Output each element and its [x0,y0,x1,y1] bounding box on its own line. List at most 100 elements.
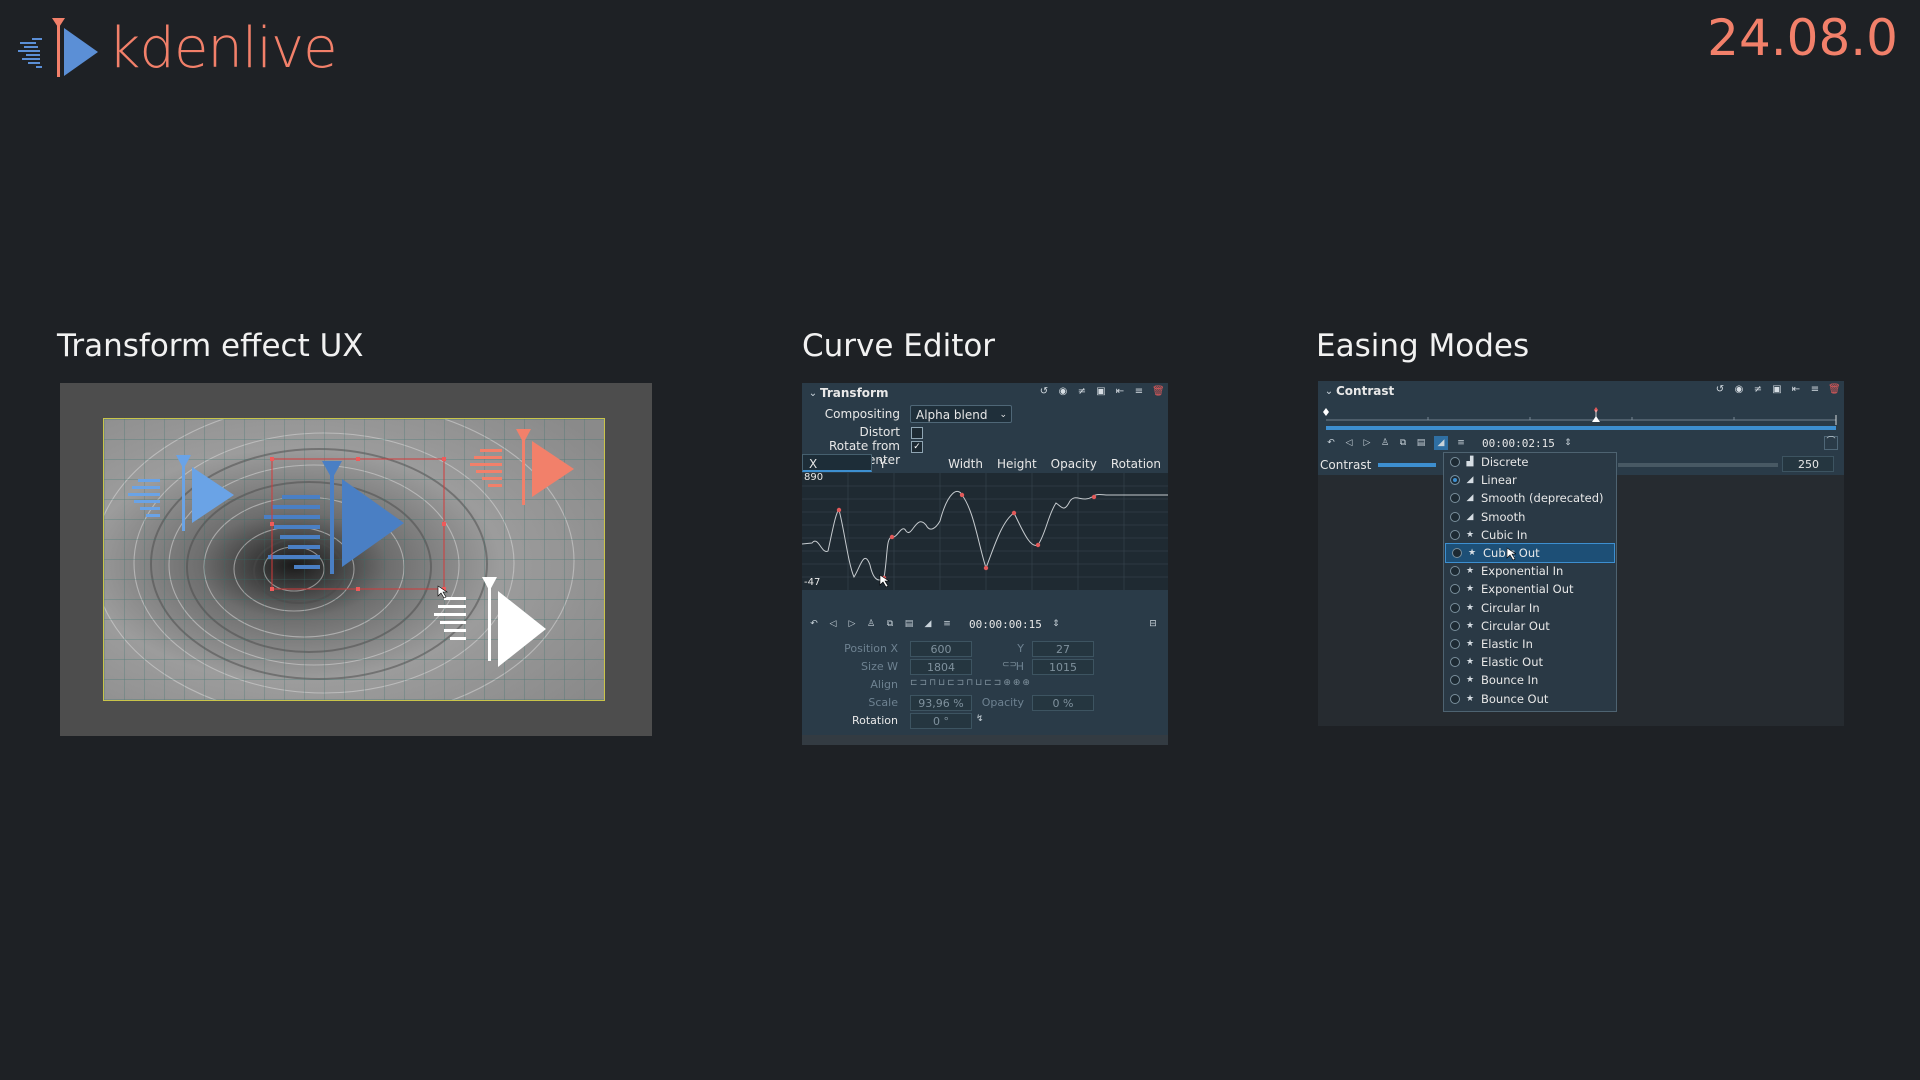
easing-mode-label: Bounce In [1481,673,1539,688]
delete-icon[interactable]: 🗑 [1828,384,1841,396]
curve-tabs: X position Y position Width Height Opaci… [802,454,1168,489]
y-field[interactable]: 27 [1032,641,1094,657]
collapse-icon[interactable]: ⇤ [1790,384,1802,396]
chevron-down-icon[interactable]: ⌄ [1322,386,1336,397]
tab-opacity[interactable]: Opacity [1044,454,1104,472]
scale-field[interactable]: 93,96 % [910,695,972,711]
timecode[interactable]: 00:00:02:15 [1482,437,1555,450]
interpolation-icon[interactable]: ◢ [923,619,933,629]
easing-mode-item[interactable]: ★ Exponential In [1444,562,1616,580]
tab-width[interactable]: Width [941,454,990,472]
contrast-value-field[interactable]: 250 [1782,456,1834,472]
star-icon: ★ [1468,548,1477,559]
sliders-icon[interactable]: ≠ [1752,384,1764,396]
copy-icon[interactable]: ⧉ [885,619,895,629]
copy-icon[interactable]: ⧉ [1398,438,1408,448]
spin-arrows-icon[interactable]: ⇕ [1051,619,1061,629]
align-icons[interactable]: ⊏⊐⊓⊔⊏⊐⊓⊔⊏⊐⊕⊕⊕ [910,678,1032,688]
rotation-field[interactable]: 0 ° [910,713,972,729]
options-icon[interactable]: ≡ [942,619,952,629]
curve-graph[interactable]: 890 -47 [802,472,1168,590]
tab-height[interactable]: Height [990,454,1044,472]
star-icon: ★ [1466,602,1475,613]
radio-icon [1450,584,1460,595]
transform-monitor [60,383,652,736]
save-icon[interactable]: ▣ [1771,384,1783,396]
position-x-field[interactable]: 600 [910,641,972,657]
undo-icon[interactable]: ↶ [809,619,819,629]
next-keyframe-icon[interactable]: ▷ [847,619,857,629]
eye-icon[interactable]: ◉ [1057,386,1069,398]
contrast-slider-track[interactable] [1618,463,1778,467]
easing-mode-label: Exponential In [1481,564,1564,579]
easing-mode-item[interactable]: ★ Exponential Out [1444,580,1616,598]
tab-x-position[interactable]: X position [802,454,872,489]
version-label: 24.08.0 [1707,9,1898,67]
compositing-select[interactable]: Alpha blend ⌄ [910,405,1012,423]
contrast-slider-fill[interactable] [1378,463,1436,467]
easing-mode-label: Elastic In [1481,636,1533,651]
person-icon[interactable]: ♙ [1380,438,1390,448]
h-field[interactable]: 1015 [1032,659,1094,675]
easing-mode-label: Cubic In [1481,527,1528,542]
menu-icon[interactable]: ≡ [1809,384,1821,396]
rotation-keyframe-icon[interactable]: ↯ [976,714,984,724]
easing-mode-item[interactable]: ★ Cubic In [1444,526,1616,544]
easing-mode-item[interactable]: ◢ Smooth [1444,508,1616,526]
easing-mode-item[interactable]: ★ Elastic Out [1444,653,1616,671]
collapse-icon[interactable]: ⇤ [1114,386,1126,398]
easing-mode-item[interactable]: ◢ Linear [1444,471,1616,489]
radio-icon [1450,475,1460,486]
brand-name: kdenlive [108,16,338,81]
curve-editor-panel: ⌄ Transform ↺ ◉ ≠ ▣ ⇤ ≡ 🗑 Compositing Al… [802,383,1168,745]
options-icon[interactable]: ≡ [1456,438,1466,448]
easing-mode-item[interactable]: ★ Bounce Out [1444,689,1616,707]
prev-keyframe-icon[interactable]: ◁ [828,619,838,629]
radio-icon [1450,529,1460,540]
radio-icon [1450,657,1460,668]
paste-icon[interactable]: ▤ [1416,438,1426,448]
eye-icon[interactable]: ◉ [1733,384,1745,396]
spin-arrows-icon[interactable]: ⇕ [1563,438,1573,448]
rotate-checkbox[interactable]: ✓ [911,441,923,453]
link-icon[interactable]: ⊂⊃ [1002,660,1017,670]
reset-icon[interactable]: ↺ [1714,384,1726,396]
menu-icon[interactable]: ≡ [1133,386,1145,398]
save-icon[interactable]: ▣ [1095,386,1107,398]
easing-mode-item[interactable]: ★ Circular Out [1444,617,1616,635]
sliders-icon[interactable]: ≠ [1076,386,1088,398]
delete-icon[interactable]: 🗑 [1152,386,1165,398]
mouse-cursor [1506,547,1516,561]
easing-mode-label: Smooth [1481,509,1526,524]
monitor-icon[interactable]: ⊟ [1148,619,1158,629]
easing-mode-item[interactable]: ★ Elastic In [1444,635,1616,653]
curve-shape-icon: ▟ [1466,457,1474,468]
tab-rotation[interactable]: Rotation [1104,454,1168,472]
easing-mode-item[interactable]: ◢ Smooth (deprecated) [1444,489,1616,507]
easing-mode-label: Circular In [1481,600,1540,615]
next-keyframe-icon[interactable]: ▷ [1362,438,1372,448]
easing-mode-item[interactable]: ▟ Discrete [1444,453,1616,471]
chevron-down-icon[interactable]: ⌄ [806,388,820,399]
interpolation-icon[interactable]: ◢ [1434,436,1448,450]
monitor-canvas[interactable] [103,418,605,701]
radio-icon [1450,566,1460,577]
undo-icon[interactable]: ↶ [1326,438,1336,448]
paste-icon[interactable]: ▤ [904,619,914,629]
compositing-value: Alpha blend [916,408,988,422]
opacity-field[interactable]: 0 % [1032,695,1094,711]
easing-mode-item[interactable]: ★ Circular In [1444,599,1616,617]
prev-keyframe-icon[interactable]: ◁ [1344,438,1354,448]
curve-icon[interactable]: ⌒ [1824,436,1838,450]
easing-mode-item[interactable]: ★ Cubic Out [1445,542,1615,564]
easing-modes-panel: ⌄ Contrast ↺ ◉ ≠ ▣ ⇤ ≡ 🗑 ↶ ◁ ▷ ♙ ⧉ ▤ ◢ ≡… [1318,381,1844,726]
reset-icon[interactable]: ↺ [1038,386,1050,398]
person-icon[interactable]: ♙ [866,619,876,629]
star-icon: ★ [1466,529,1475,540]
tab-y-position[interactable]: Y position [872,454,941,489]
size-w-field[interactable]: 1804 [910,659,972,675]
timecode[interactable]: 00:00:00:15 [969,618,1042,631]
graph-max-label: 890 [804,472,824,483]
distort-checkbox[interactable] [911,427,923,439]
easing-mode-item[interactable]: ★ Bounce In [1444,671,1616,689]
